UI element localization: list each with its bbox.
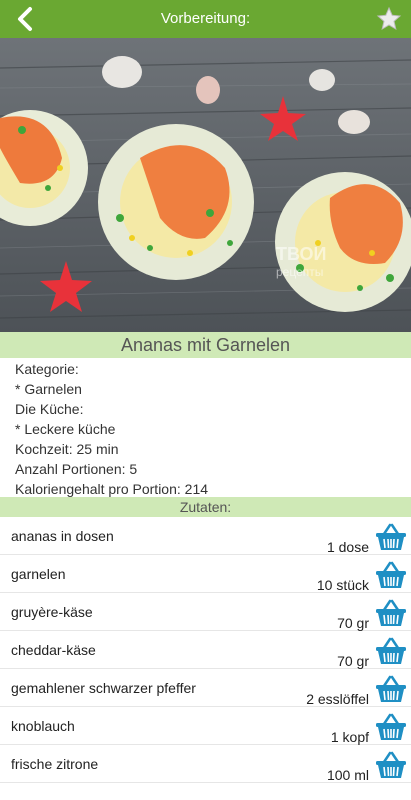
ingredient-name: knoblauch bbox=[11, 718, 75, 734]
add-to-basket-button[interactable] bbox=[375, 674, 407, 704]
watermark-subtext: рецепты bbox=[276, 265, 323, 279]
info-line: Die Küche: bbox=[15, 401, 84, 417]
basket-icon bbox=[376, 713, 406, 740]
info-line: Kaloriengehalt pro Portion: 214 bbox=[15, 481, 209, 497]
add-to-basket-button[interactable] bbox=[375, 636, 407, 666]
recipe-title: Ananas mit Garnelen bbox=[0, 332, 411, 358]
ingredient-quantity: 1 kopf bbox=[330, 729, 369, 745]
ingredient-quantity: 100 ml bbox=[326, 767, 369, 783]
basket-icon bbox=[376, 637, 406, 664]
star-icon bbox=[376, 6, 402, 31]
ingredient-quantity: 2 esslöffel bbox=[306, 691, 369, 707]
ingredient-quantity: 70 gr bbox=[337, 615, 369, 631]
ingredient-name: gruyère-käse bbox=[11, 604, 93, 620]
ingredient-name: frische zitrone bbox=[11, 756, 99, 772]
info-line: Anzahl Portionen: 5 bbox=[15, 461, 138, 477]
recipe-info: Kategorie: * Garnelen Die Küche: * Lecke… bbox=[15, 359, 405, 499]
ingredient-quantity: 10 stück bbox=[316, 577, 369, 593]
ingredient-name: ananas in dosen bbox=[11, 528, 114, 544]
ingredient-row: cheddar-käse 70 gr bbox=[0, 631, 411, 669]
add-to-basket-button[interactable] bbox=[375, 598, 407, 628]
info-line: Kochzeit: 25 min bbox=[15, 441, 119, 457]
ingredient-row: ananas in dosen 1 dose bbox=[0, 517, 411, 555]
ingredient-row: gruyère-käse 70 gr bbox=[0, 593, 411, 631]
info-line: Kategorie: bbox=[15, 361, 79, 377]
ingredient-quantity: 1 dose bbox=[326, 539, 369, 555]
basket-icon bbox=[376, 523, 406, 550]
basket-icon bbox=[376, 599, 406, 626]
recipe-photo: ТВОИ рецепты bbox=[0, 38, 411, 332]
basket-icon bbox=[376, 675, 406, 702]
add-to-basket-button[interactable] bbox=[375, 750, 407, 780]
watermark-text: ТВОИ bbox=[276, 244, 326, 264]
add-to-basket-button[interactable] bbox=[375, 560, 407, 590]
ingredient-name: gemahlener schwarzer pfeffer bbox=[11, 680, 196, 696]
add-to-basket-button[interactable] bbox=[375, 522, 407, 552]
add-to-basket-button[interactable] bbox=[375, 712, 407, 742]
ingredient-name: cheddar-käse bbox=[11, 642, 96, 658]
ingredients-list: ananas in dosen 1 dose garnelen 10 stück gru… bbox=[0, 517, 411, 783]
ingredient-row: knoblauch 1 kopf bbox=[0, 707, 411, 745]
page-title: Vorbereitung: bbox=[160, 10, 251, 27]
ingredient-row: garnelen 10 stück bbox=[0, 555, 411, 593]
ingredient-quantity: 70 gr bbox=[337, 653, 369, 669]
ingredient-row: gemahlener schwarzer pfeffer 2 esslöffel bbox=[0, 669, 411, 707]
ingredients-header: Zutaten: bbox=[0, 497, 411, 517]
ingredient-name: garnelen bbox=[11, 566, 66, 582]
ingredient-row: frische zitrone 100 ml bbox=[0, 745, 411, 783]
top-app-bar: Vorbereitung: bbox=[0, 0, 411, 38]
basket-icon bbox=[376, 751, 406, 778]
favorite-button[interactable] bbox=[373, 4, 405, 34]
info-line: * Leckere küche bbox=[15, 421, 116, 437]
basket-icon bbox=[376, 561, 406, 588]
info-line: * Garnelen bbox=[15, 381, 82, 397]
